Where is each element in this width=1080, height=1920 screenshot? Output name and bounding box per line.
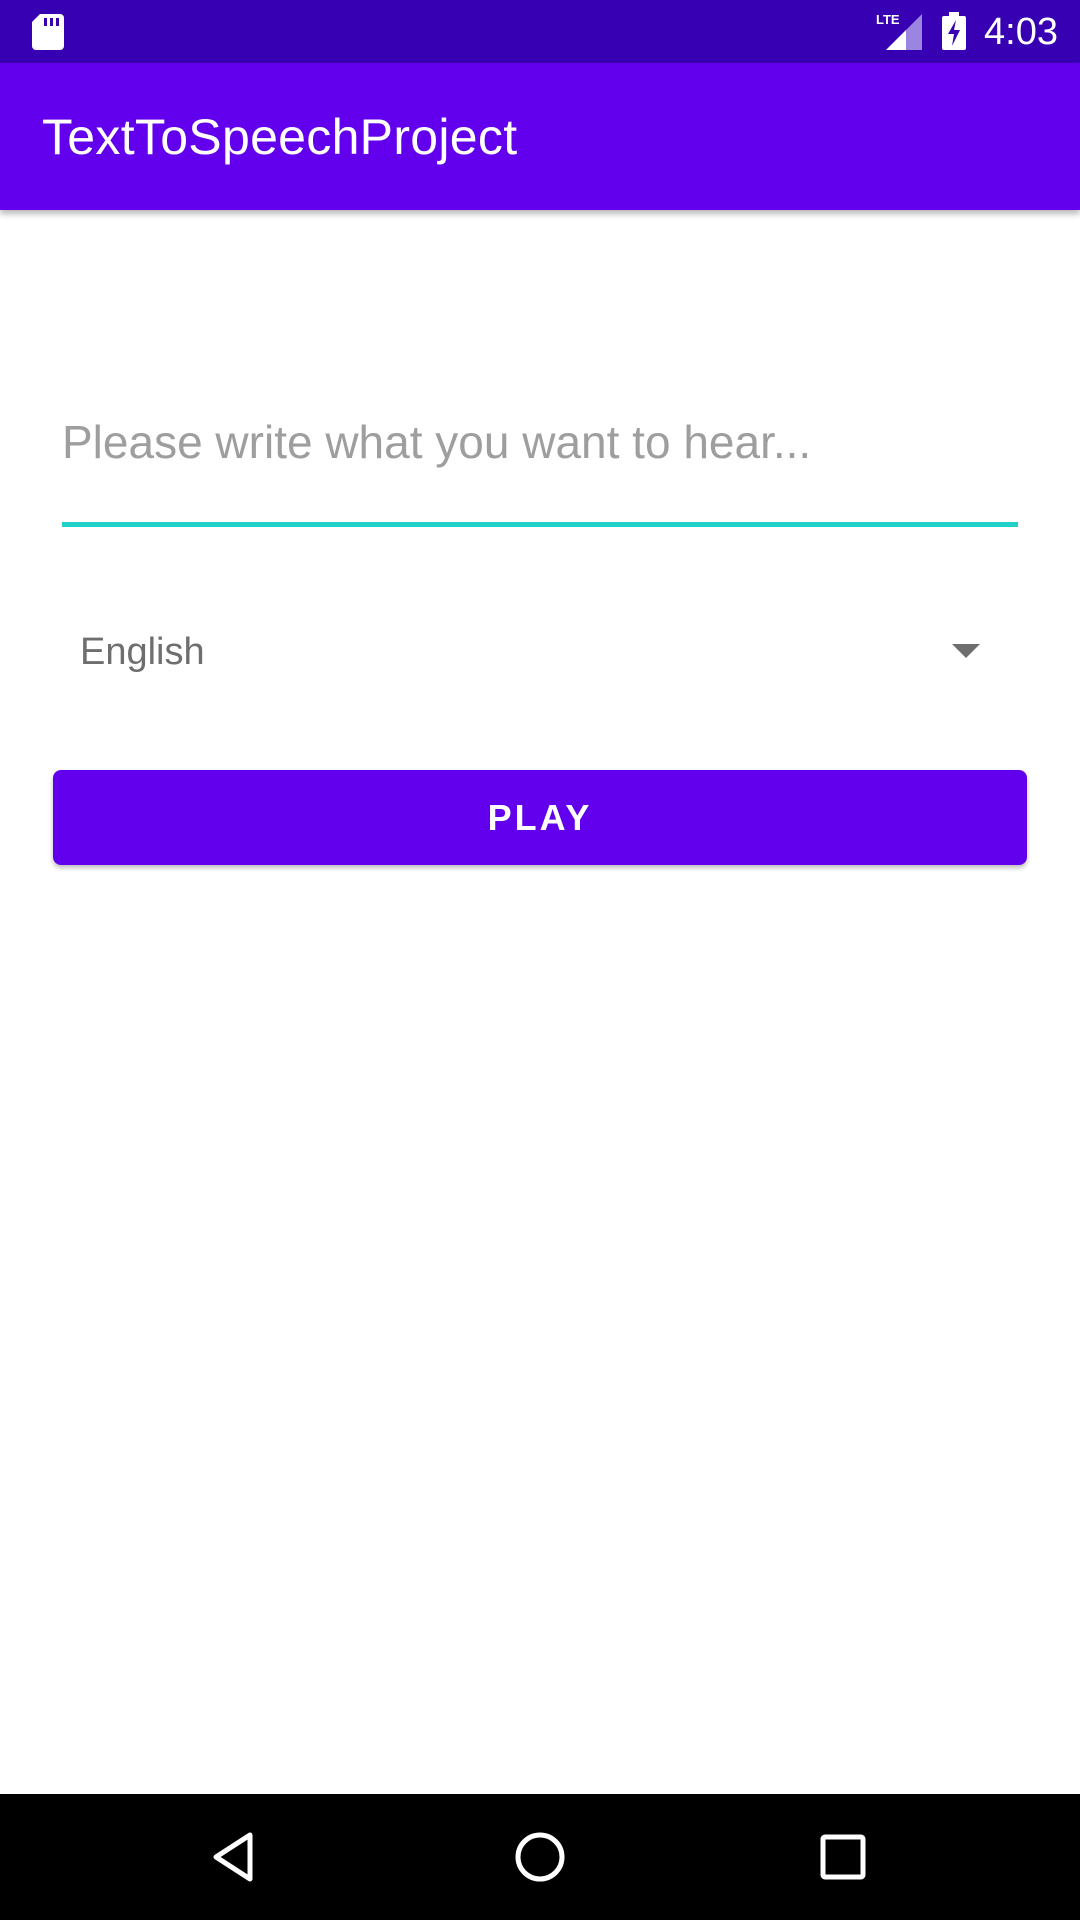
back-icon[interactable] <box>206 1827 266 1887</box>
sd-card-icon <box>32 14 64 50</box>
home-icon[interactable] <box>510 1827 570 1887</box>
app-title: TextToSpeechProject <box>42 109 518 165</box>
status-time: 4:03 <box>984 11 1058 53</box>
app-bar: TextToSpeechProject <box>0 63 1080 210</box>
status-bar: LTE 4:03 <box>0 0 1080 63</box>
play-button[interactable]: PLAY <box>53 770 1027 865</box>
speech-text-input[interactable] <box>62 360 1018 524</box>
language-spinner-value: English <box>80 631 205 673</box>
lte-label: LTE <box>876 12 900 27</box>
text-input-underline <box>62 522 1018 527</box>
text-input-container <box>62 360 1018 528</box>
dropdown-arrow-icon <box>952 644 980 658</box>
navigation-bar <box>0 1794 1080 1920</box>
recents-icon[interactable] <box>813 1827 873 1887</box>
screen: LTE 4:03 TextToSpeechProject English PLA… <box>0 0 1080 1920</box>
battery-charging-icon <box>942 12 966 50</box>
language-spinner[interactable]: English <box>62 600 1018 706</box>
lte-signal-icon: LTE <box>876 12 922 50</box>
